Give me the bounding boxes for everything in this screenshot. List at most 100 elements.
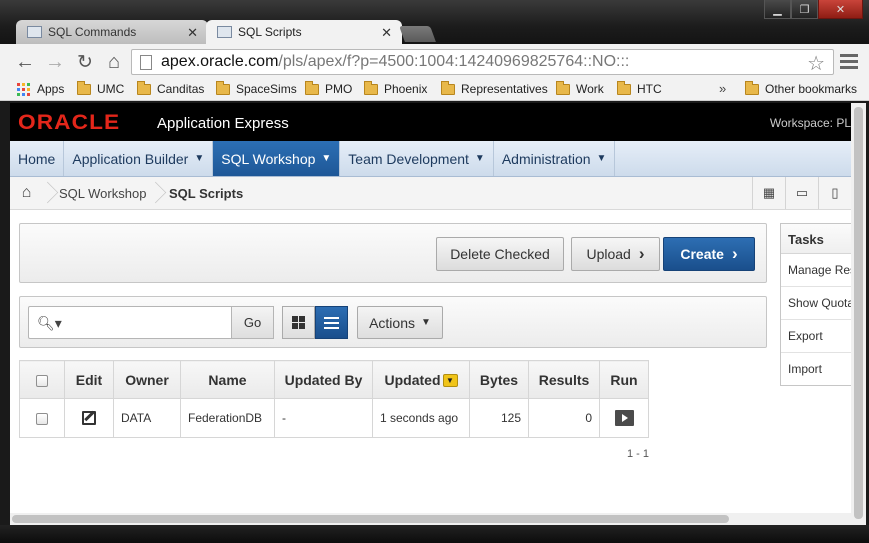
maximize-icon[interactable]: ❐ — [791, 0, 818, 19]
other-bookmarks[interactable]: Other bookmarks — [745, 80, 858, 96]
breadcrumb-shortcuts: ▦ ▭ ▯ — [752, 177, 851, 209]
column-header-edit: Edit — [64, 360, 114, 399]
nav-sql-workshop[interactable]: SQL Workshop ▼ — [213, 141, 341, 176]
delete-checked-button[interactable]: Delete Checked — [436, 237, 564, 271]
scrollbar-thumb[interactable] — [12, 515, 729, 523]
nav-administration[interactable]: Administration ▼ — [494, 141, 616, 176]
task-manage-results[interactable]: Manage Result — [781, 254, 851, 287]
workspace-label: Workspace: PL — [769, 116, 851, 130]
chevron-down-icon: ▼ — [194, 153, 205, 164]
icon-view-button[interactable] — [282, 306, 315, 339]
breadcrumb-sql-workshop[interactable]: SQL Workshop — [59, 186, 146, 201]
horizontal-scrollbar[interactable] — [10, 513, 851, 525]
row-checkbox[interactable] — [36, 412, 48, 425]
bookmark-label: UMC — [97, 82, 125, 96]
oracle-logo[interactable]: ORACLE — [18, 111, 120, 135]
create-button[interactable]: Create › — [663, 237, 755, 271]
browser-toolbar: ← → ↻ ⌂ apex.oracle.com/pls/apex/f?p=450… — [0, 44, 869, 79]
chrome-menu-icon[interactable] — [840, 52, 858, 70]
report-view-button[interactable] — [315, 306, 348, 339]
address-bar[interactable]: apex.oracle.com/pls/apex/f?p=4500:1004:1… — [131, 49, 834, 75]
search-input[interactable] — [63, 312, 223, 334]
run-play-icon[interactable] — [614, 410, 634, 426]
bookmark-spacesims[interactable]: SpaceSims — [216, 80, 297, 96]
bookmark-star-icon[interactable]: ☆ — [807, 51, 825, 76]
column-header-name[interactable]: Name — [180, 360, 275, 399]
go-button[interactable]: Go — [231, 306, 274, 339]
column-label: Updated — [384, 371, 441, 388]
bookmark-apps[interactable]: Apps — [17, 82, 64, 96]
chevron-right-icon: › — [638, 244, 645, 263]
chevron-down-icon: ▼ — [321, 153, 332, 164]
page-favicon-icon — [217, 26, 232, 38]
reload-icon[interactable]: ↻ — [74, 51, 96, 73]
tab-close-icon[interactable]: ✕ — [381, 25, 392, 41]
bookmark-umc[interactable]: UMC — [77, 80, 125, 96]
nav-application-builder[interactable]: Application Builder ▼ — [64, 141, 214, 176]
folder-icon — [77, 80, 91, 95]
bookmark-phoenix[interactable]: Phoenix — [364, 80, 427, 96]
bookmark-work[interactable]: Work — [556, 80, 604, 96]
bookmark-label: Work — [576, 82, 604, 96]
task-import[interactable]: Import — [781, 353, 851, 385]
tab-label: SQL Commands — [48, 25, 137, 39]
minimize-icon[interactable]: ▁ — [764, 0, 791, 19]
close-window-icon[interactable]: ✕ — [818, 0, 863, 19]
actions-menu-button[interactable]: Actions ▼ — [357, 306, 443, 339]
bookmarks-overflow-button[interactable]: » — [719, 81, 726, 96]
column-header-updated-by[interactable]: Updated By — [274, 360, 373, 399]
name-cell: FederationDB — [180, 398, 275, 438]
breadcrumb: ⌂ SQL Workshop SQL Scripts ▦ ▭ ▯ — [10, 177, 851, 210]
task-export[interactable]: Export — [781, 320, 851, 353]
nav-team-development[interactable]: Team Development ▼ — [340, 141, 494, 176]
tab-sql-scripts[interactable]: SQL Scripts ✕ — [206, 20, 402, 44]
upload-button[interactable]: Upload › — [571, 237, 660, 271]
bookmark-pmo[interactable]: PMO — [305, 80, 352, 96]
new-tab-button[interactable] — [399, 26, 436, 42]
forward-arrow-icon[interactable]: → — [44, 51, 66, 73]
object-browser-icon[interactable]: ▦ — [752, 177, 785, 209]
home-icon[interactable]: ⌂ — [103, 51, 125, 73]
vertical-scrollbar[interactable] — [851, 103, 866, 525]
bookmark-label: SpaceSims — [236, 82, 297, 96]
bytes-cell: 125 — [469, 398, 529, 438]
sql-commands-icon[interactable]: ▭ — [785, 177, 818, 209]
sql-scripts-icon[interactable]: ▯ — [818, 177, 851, 209]
column-header-owner[interactable]: Owner — [113, 360, 181, 399]
tab-close-icon[interactable]: ✕ — [187, 25, 198, 41]
chevron-right-icon: › — [731, 244, 738, 263]
button-label: Create — [680, 246, 724, 262]
bookmark-representatives[interactable]: Representatives — [441, 80, 548, 96]
select-all-checkbox[interactable] — [36, 374, 48, 387]
edit-icon[interactable] — [82, 411, 96, 426]
column-header-updated[interactable]: Updated ▼ — [372, 360, 470, 399]
nav-home[interactable]: Home — [10, 141, 65, 176]
apex-header: ORACLE Application Express Workspace: PL — [10, 103, 851, 141]
select-all-header[interactable] — [19, 360, 65, 399]
folder-icon — [617, 80, 631, 95]
search-icon[interactable]: 🔍︎▾ — [37, 315, 62, 332]
breadcrumb-separator — [149, 177, 161, 209]
search-field[interactable]: 🔍︎▾ — [28, 306, 233, 339]
results-cell[interactable]: 0 — [528, 398, 600, 438]
updated-by-cell: - — [274, 398, 373, 438]
bookmark-canditas[interactable]: Canditas — [137, 80, 204, 96]
back-arrow-icon[interactable]: ← — [14, 51, 36, 73]
apps-grid-icon — [17, 82, 30, 96]
bookmark-label: Apps — [37, 82, 65, 96]
scrollbar-thumb[interactable] — [854, 107, 863, 519]
chevron-down-icon: ▼ — [421, 317, 431, 328]
main-navigation: Home Application Builder ▼ SQL Workshop ▼ … — [10, 141, 851, 177]
bookmark-label: Other bookmarks — [765, 82, 858, 96]
sort-descending-icon[interactable]: ▼ — [442, 374, 458, 388]
nav-label: SQL Workshop — [221, 150, 316, 167]
tab-sql-commands[interactable]: SQL Commands ✕ — [16, 20, 208, 44]
run-cell — [599, 398, 649, 438]
bookmark-htc[interactable]: HTC — [617, 80, 662, 96]
bookmark-label: HTC — [637, 82, 662, 96]
page-favicon-icon — [27, 26, 42, 38]
task-show-quotas[interactable]: Show Quotas — [781, 287, 851, 320]
column-header-results[interactable]: Results — [528, 360, 600, 399]
bookmarks-bar: Apps UMC Canditas SpaceSims PMO Phoenix … — [0, 79, 869, 101]
column-header-bytes[interactable]: Bytes — [469, 360, 529, 399]
